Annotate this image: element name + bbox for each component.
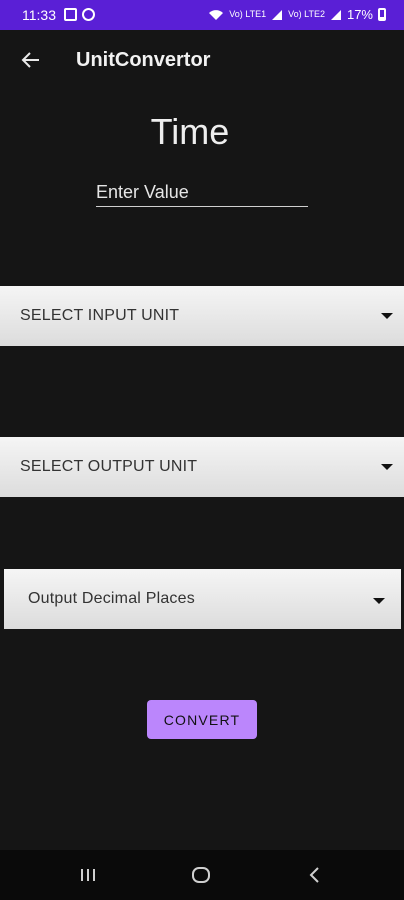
status-time: 11:33 [22, 7, 56, 23]
app-title: UnitConvertor [76, 49, 211, 71]
status-bar: 11:33 Vo) LTE1 Vo) LTE2 17% [0, 0, 404, 30]
battery-icon [378, 8, 386, 21]
output-unit-label: SELECT OUTPUT UNIT [20, 458, 198, 475]
recents-icon [81, 869, 95, 881]
convert-button[interactable]: CONVERT [147, 700, 257, 739]
game-icon [82, 8, 95, 21]
home-button[interactable] [181, 862, 221, 888]
input-unit-select[interactable]: SELECT INPUT UNIT [0, 286, 404, 346]
chevron-left-icon [309, 867, 319, 883]
image-icon [64, 8, 77, 21]
notification-icons [64, 8, 95, 21]
recents-button[interactable] [68, 862, 108, 888]
signal-icon [272, 9, 283, 20]
app-bar: UnitConvertor [0, 30, 404, 90]
arrow-left-icon [21, 52, 39, 68]
decimal-places-label: Output Decimal Places [28, 590, 195, 607]
value-input[interactable] [96, 178, 308, 207]
input-unit-label: SELECT INPUT UNIT [20, 307, 180, 324]
network-label-2: Vo) LTE2 [288, 9, 325, 19]
network-label-1: Vo) LTE1 [229, 9, 267, 19]
home-icon [192, 867, 210, 883]
output-unit-select[interactable]: SELECT OUTPUT UNIT [0, 437, 404, 497]
battery-percent: 17% [346, 7, 373, 22]
dropdown-arrow-icon [381, 313, 393, 319]
signal-icon-2 [330, 9, 341, 20]
wifi-icon [209, 9, 224, 20]
system-nav-bar [0, 850, 404, 900]
page-title: Time [150, 111, 230, 152]
back-button[interactable] [14, 43, 48, 77]
status-indicators: Vo) LTE1 Vo) LTE2 17% [208, 7, 386, 22]
dropdown-arrow-icon [373, 598, 385, 604]
dropdown-arrow-icon [381, 464, 393, 470]
decimal-places-select[interactable]: Output Decimal Places [4, 569, 401, 629]
back-nav-button[interactable] [295, 862, 335, 888]
